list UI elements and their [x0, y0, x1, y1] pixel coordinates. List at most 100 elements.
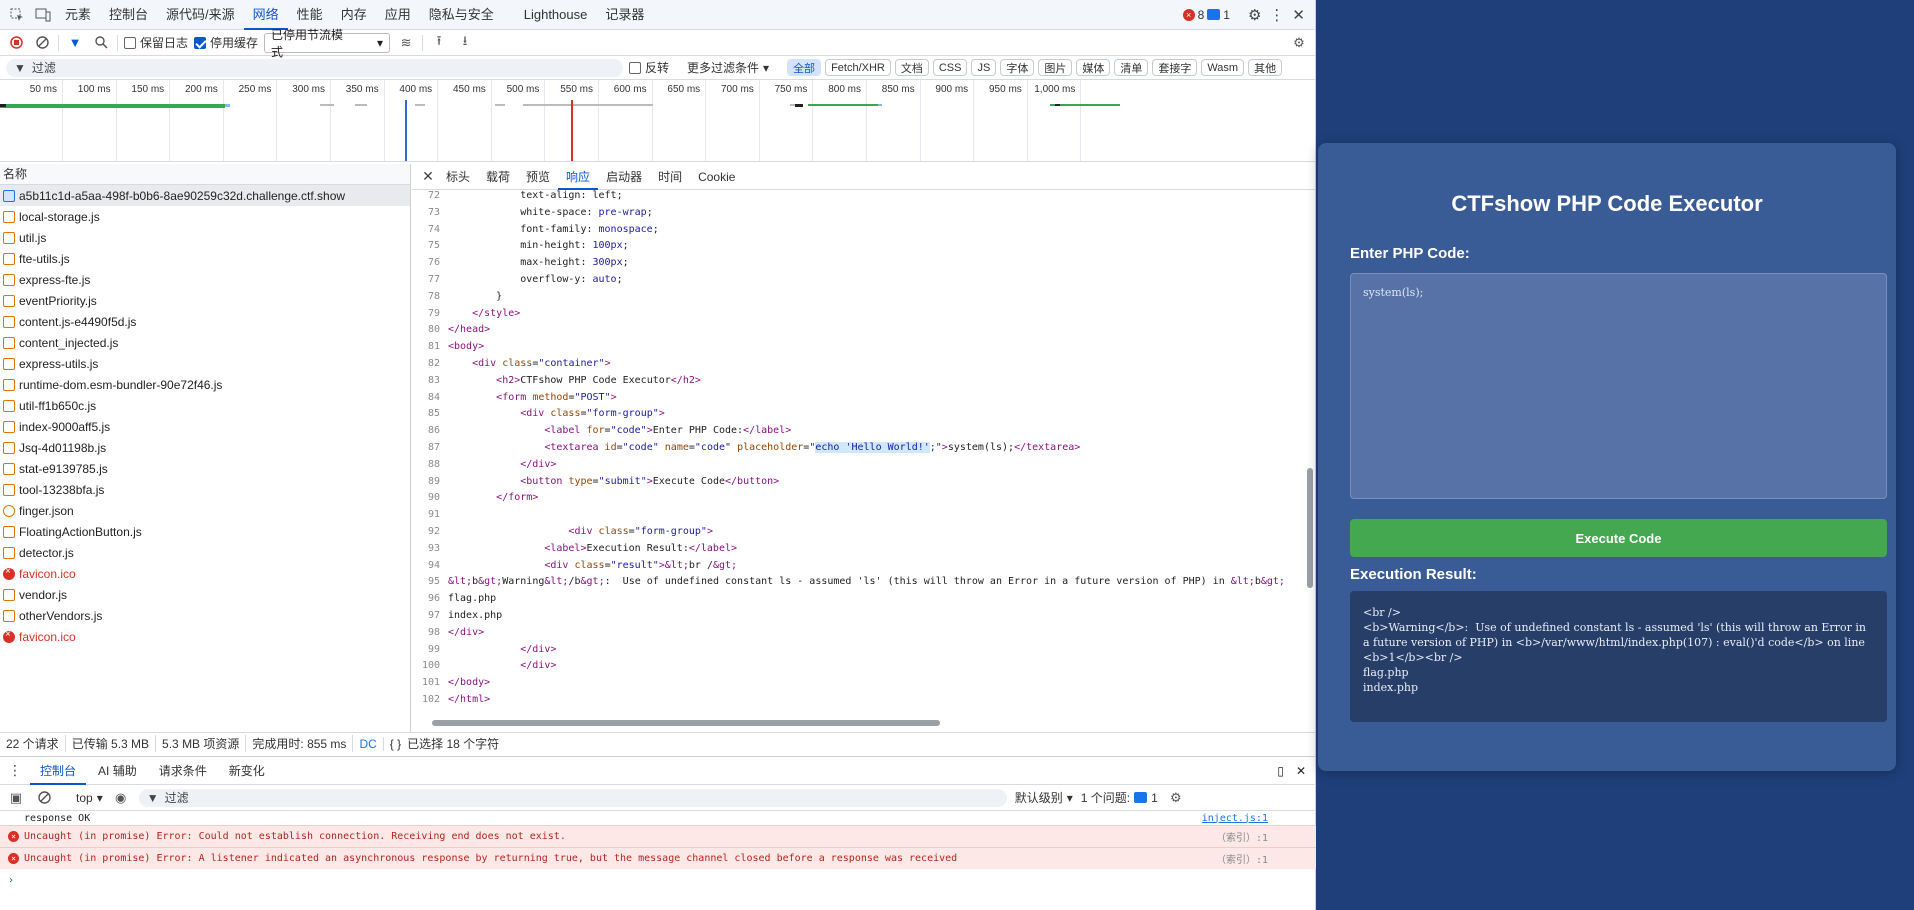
network-overview-timeline[interactable]: 50 ms 100 ms 150 ms 200 ms 250 ms 300 ms 350 m…: [0, 80, 1315, 162]
resource-type-chip[interactable]: 全部: [787, 59, 822, 76]
request-row[interactable]: stat-e9139785.js: [0, 458, 410, 479]
request-row[interactable]: finger.json: [0, 500, 410, 521]
resource-type-chip[interactable]: Fetch/XHR: [825, 59, 891, 76]
request-row[interactable]: a5b11c1d-a5aa-498f-b0b6-8ae90259c32d.cha…: [0, 185, 410, 206]
clear-icon[interactable]: [32, 33, 52, 53]
import-har-icon[interactable]: ⭱: [429, 33, 449, 53]
code-line: 83 <h2>CTFshow PHP Code Executor</h2>: [412, 375, 1316, 392]
error-counter[interactable]: × 8 1: [1182, 8, 1230, 22]
resource-type-chip[interactable]: 文档: [894, 59, 929, 76]
request-row[interactable]: express-fte.js: [0, 269, 410, 290]
resource-type-chip[interactable]: 清单: [1114, 59, 1149, 76]
detail-tab[interactable]: Cookie: [690, 164, 743, 190]
log-level-select[interactable]: 默认级别 ▾: [1015, 789, 1073, 806]
request-row[interactable]: index-9000aff5.js: [0, 416, 410, 437]
drawer-tab[interactable]: AI 辅助: [88, 757, 147, 785]
console-source-link[interactable]: （索引）:1: [1216, 851, 1268, 866]
drawer-tab[interactable]: 新变化: [219, 757, 275, 785]
code-textarea[interactable]: system(ls);: [1350, 273, 1887, 499]
request-row[interactable]: util-ff1b650c.js: [0, 395, 410, 416]
dock-icon[interactable]: ▯: [1277, 764, 1284, 778]
devtools-tab[interactable]: 源代码/来源: [157, 0, 244, 30]
devtools-tab[interactable]: Lighthouse: [515, 0, 597, 30]
network-conditions-icon[interactable]: ≋: [396, 33, 416, 53]
request-row[interactable]: express-utils.js: [0, 353, 410, 374]
issues-button[interactable]: 1 个问题: 1: [1081, 789, 1158, 806]
detail-tab[interactable]: 载荷: [478, 164, 518, 190]
more-options-icon[interactable]: ⋮: [1269, 6, 1284, 24]
close-devtools-icon[interactable]: ✕: [1292, 6, 1305, 24]
request-row[interactable]: FloatingActionButton.js: [0, 521, 410, 542]
request-row[interactable]: favicon.ico: [0, 626, 410, 647]
request-row[interactable]: favicon.ico: [0, 563, 410, 584]
horizontal-scrollbar[interactable]: [426, 718, 1288, 727]
detail-tab[interactable]: 启动器: [598, 164, 650, 190]
console-filter-input[interactable]: ▼ 过滤: [138, 788, 1007, 807]
devtools-tab[interactable]: 元素: [56, 0, 100, 30]
scroll-thumb[interactable]: [1307, 468, 1313, 588]
console-source-link[interactable]: inject.js:1: [1202, 813, 1268, 824]
request-row[interactable]: Jsq-4d01198b.js: [0, 437, 410, 458]
request-row[interactable]: vendor.js: [0, 584, 410, 605]
execute-code-button[interactable]: Execute Code: [1350, 519, 1887, 557]
resource-type-chip[interactable]: 图片: [1038, 59, 1073, 76]
resource-type-chip[interactable]: 字体: [1000, 59, 1035, 76]
close-drawer-icon[interactable]: ✕: [1296, 764, 1306, 778]
devtools-tab[interactable]: 控制台: [100, 0, 157, 30]
request-row[interactable]: content_injected.js: [0, 332, 410, 353]
resource-type-chip[interactable]: Wasm: [1201, 59, 1245, 76]
request-row[interactable]: runtime-dom.esm-bundler-90e72f46.js: [0, 374, 410, 395]
clear-console-icon[interactable]: [34, 788, 54, 808]
request-row[interactable]: local-storage.js: [0, 206, 410, 227]
drawer-menu-icon[interactable]: ⋮: [8, 762, 22, 779]
detail-tab[interactable]: 预览: [518, 164, 558, 190]
search-icon[interactable]: [91, 33, 111, 53]
console-source-link[interactable]: （索引）:1: [1216, 829, 1268, 844]
drawer-tab[interactable]: 请求条件: [149, 757, 217, 785]
sidebar-toggle-icon[interactable]: ▣: [6, 788, 26, 808]
preserve-log-checkbox[interactable]: 保留日志: [124, 34, 188, 51]
request-row[interactable]: otherVendors.js: [0, 605, 410, 626]
resource-type-chip[interactable]: 套接字: [1152, 59, 1198, 76]
device-toolbar-icon[interactable]: [30, 2, 56, 28]
request-name: content.js-e4490f5d.js: [19, 314, 137, 329]
settings-gear-icon[interactable]: ⚙: [1248, 6, 1261, 24]
request-row[interactable]: detector.js: [0, 542, 410, 563]
devtools-tab[interactable]: 应用: [376, 0, 420, 30]
request-row[interactable]: tool-13238bfa.js: [0, 479, 410, 500]
export-har-icon[interactable]: ⭳: [455, 33, 475, 53]
resource-type-chip[interactable]: CSS: [932, 59, 968, 76]
console-settings-gear-icon[interactable]: ⚙: [1166, 788, 1186, 808]
request-row[interactable]: eventPriority.js: [0, 290, 410, 311]
invert-checkbox[interactable]: 反转: [629, 59, 669, 76]
devtools-tab[interactable]: 记录器: [596, 0, 653, 30]
throttle-select[interactable]: 已停用节流模式 ▾: [264, 28, 391, 59]
close-detail-icon[interactable]: ✕: [418, 168, 438, 185]
resource-type-chip[interactable]: 媒体: [1076, 59, 1111, 76]
disable-cache-checkbox[interactable]: 停用缓存: [194, 34, 258, 51]
scroll-thumb[interactable]: [432, 720, 940, 726]
inspect-element-icon[interactable]: [4, 2, 30, 28]
filter-icon[interactable]: ▼: [65, 33, 85, 53]
pretty-print-icon[interactable]: { }: [384, 737, 407, 751]
more-filters-dropdown[interactable]: 更多过滤条件 ▾: [687, 59, 769, 76]
record-stop-icon[interactable]: [6, 33, 26, 53]
response-source[interactable]: 72 text-align: left; 73 white-space: pre-…: [412, 190, 1316, 718]
request-row[interactable]: content.js-e4490f5d.js: [0, 311, 410, 332]
request-row[interactable]: util.js: [0, 227, 410, 248]
request-row[interactable]: fte-utils.js: [0, 248, 410, 269]
drawer-tab[interactable]: 控制台: [30, 757, 87, 785]
detail-tab[interactable]: 响应: [558, 164, 599, 190]
console-prompt[interactable]: ›: [0, 869, 1316, 891]
vertical-scrollbar[interactable]: [1306, 194, 1314, 704]
resource-type-chip[interactable]: JS: [971, 59, 997, 76]
context-select[interactable]: top ▾: [76, 791, 103, 805]
name-column-header[interactable]: 名称: [0, 164, 410, 185]
detail-tab[interactable]: 时间: [650, 164, 690, 190]
detail-tab[interactable]: 标头: [438, 164, 478, 190]
live-expression-eye-icon[interactable]: ◉: [111, 788, 131, 808]
devtools-tab[interactable]: 隐私与安全: [420, 0, 503, 30]
network-settings-gear-icon[interactable]: ⚙: [1289, 33, 1309, 53]
filter-input[interactable]: ▼ 过滤: [6, 58, 623, 77]
resource-type-chip[interactable]: 其他: [1248, 59, 1283, 76]
